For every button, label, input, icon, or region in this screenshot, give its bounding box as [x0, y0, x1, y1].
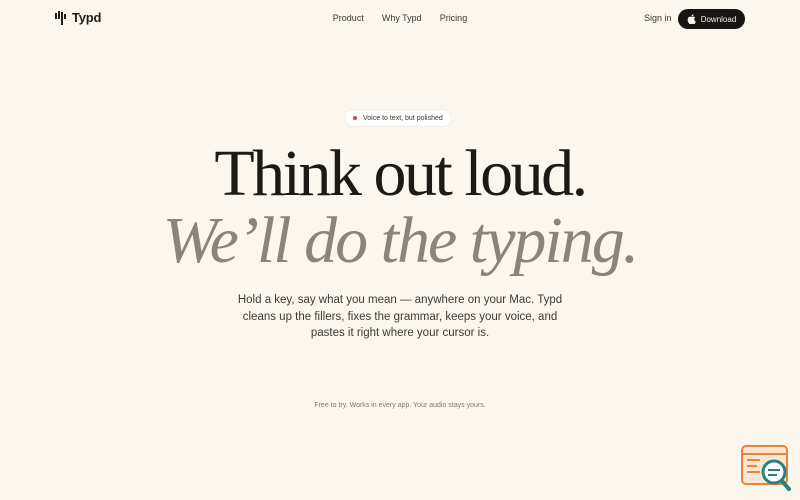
brand-name: Typd [72, 10, 102, 25]
recording-dot-icon [353, 116, 357, 120]
nav-item-product[interactable]: Product [333, 13, 364, 23]
top-navigation-bar: Typd Product Why Typd Pricing Sign in Do… [0, 0, 800, 36]
feedback-widget-button[interactable] [740, 444, 792, 492]
hero-description: Hold a key, say what you mean — anywhere… [237, 294, 563, 339]
download-button[interactable]: Download [678, 9, 745, 29]
landing-page: Typd Product Why Typd Pricing Sign in Do… [0, 0, 800, 500]
search-feedback-icon [741, 445, 791, 491]
download-button-label: Download [700, 14, 737, 24]
brand-logo-link[interactable]: Typd [55, 10, 101, 25]
hero-headline: Think out loud. [214, 137, 588, 210]
nav-item-why-typd[interactable]: Why Typd [382, 13, 422, 23]
nav-item-pricing[interactable]: Pricing [440, 13, 468, 23]
microphone-bars-icon [55, 10, 66, 25]
sign-in-link[interactable]: Sign in [644, 13, 672, 23]
announcement-badge: Voice to text, but polished [345, 110, 451, 126]
hero-fineprint: Free to try. Works in every app. Your au… [314, 402, 486, 409]
apple-icon [687, 14, 696, 24]
hero-subheadline: We’ll do the typing. [162, 204, 639, 277]
badge-text: Voice to text, but polished [363, 114, 443, 122]
